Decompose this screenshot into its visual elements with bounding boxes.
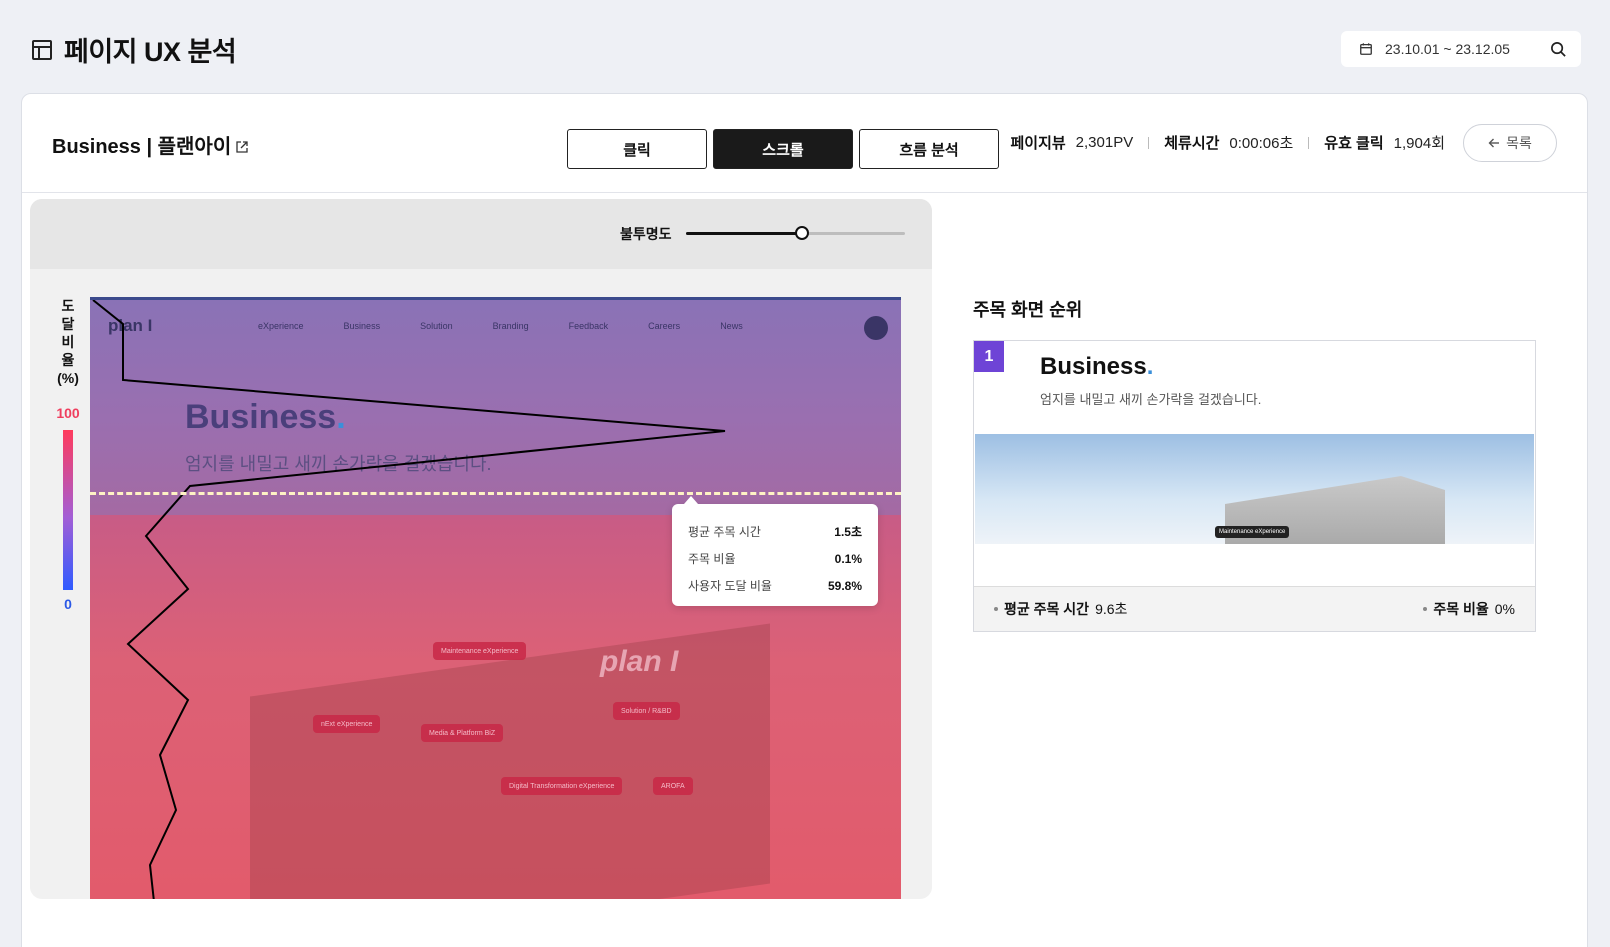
back-button-label: 목록 [1506,135,1532,151]
metric-dwell-time: 체류시간 0:00:06초 [1164,132,1293,153]
axis-title-char: 도 [61,298,75,314]
avg-time-value: 9.6초 [1095,601,1128,617]
tooltip-row: 사용자 도달 비율 59.8% [688,572,862,599]
avg-time-label: 평균 주목 시간 [1004,601,1090,617]
bullet-icon [1423,607,1428,611]
opacity-slider[interactable] [686,226,905,240]
legend-min-label: 0 [64,596,72,612]
page-name[interactable]: Business | 플랜아이 [52,130,249,159]
metric-valid-clicks: 유효 클릭 1,904회 [1324,132,1445,153]
ratio-value: 0% [1494,601,1515,617]
rank-badge: 1 [974,341,1004,372]
top-bar: 페이지 UX 분석 23.10.01 ~ 23.12.05 [0,0,1610,94]
tooltip-label: 평균 주목 시간 [688,525,761,539]
opacity-slider-fill [686,232,803,235]
attention-ranking-card[interactable]: 1 Business. 엄지를 내밀고 새끼 손가락을 걸겠습니다. Maint… [973,340,1536,632]
reach-rate-color-legend [63,430,73,590]
back-to-list-button[interactable]: 목록 [1463,124,1557,162]
page-name-text: Business | 플랜아이 [52,136,232,158]
metric-value: 0:00:06초 [1229,135,1294,152]
metric-value: 1,904회 [1393,135,1445,152]
rank-heading-text: Business [1040,353,1147,380]
thumbnail-tag: Maintenance eXperience [1215,526,1290,538]
rank-heading: Business. [1040,353,1153,381]
calendar-icon [1360,43,1372,55]
metric-label: 체류시간 [1164,135,1220,152]
divider [1148,136,1150,149]
metric-label: 페이지뷰 [1010,135,1066,152]
page-title-text: 페이지 UX 분석 [64,37,237,67]
date-range-picker[interactable]: 23.10.01 ~ 23.12.05 [1341,31,1581,67]
tooltip-label: 사용자 도달 비율 [688,579,772,593]
tooltip-label: 주목 비율 [688,552,736,566]
tooltip-value: 0.1% [834,551,862,566]
opacity-label: 불투명도 [620,226,672,242]
rank-card-footer: 평균 주목 시간 9.6초 주목 비율 0% [974,586,1535,631]
opacity-slider-handle[interactable] [795,226,810,240]
divider [1308,136,1310,149]
tab-flow-analysis[interactable]: 흐름 분석 [859,129,999,169]
tooltip-value: 59.8% [827,578,862,593]
scroll-position-tooltip: 평균 주목 시간 1.5초 주목 비율 0.1% 사용자 도달 비율 59.8% [672,496,878,606]
viewer-toolbar: 불투명도 [30,199,932,269]
axis-title-char: 비 [61,334,75,350]
bullet-icon [994,607,998,611]
rank-screen-thumbnail: Maintenance eXperience [975,434,1534,544]
rank-heading-dot: . [1146,353,1154,380]
ratio-label: 주목 비율 [1433,601,1489,617]
legend-max-label: 100 [56,405,80,421]
search-icon[interactable] [1550,41,1567,58]
avg-attention-time: 평균 주목 시간 9.6초 [994,599,1127,619]
page-metrics: 페이지뷰 2,301PV 체류시간 0:00:06초 유효 클릭 1,904회 [1010,132,1445,153]
layout-icon [32,39,52,60]
analysis-tabs: 클릭 스크롤 흐름 분석 [567,129,999,169]
attention-ranking-title: 주목 화면 순위 [973,300,1083,320]
external-link-icon[interactable] [235,140,249,154]
arrow-left-icon [1488,138,1500,148]
axis-title-char: 달 [61,316,75,332]
reach-rate-axis-title: 도 달 비 율 (%) [52,297,84,387]
axis-title-char: 율 [61,352,75,368]
tooltip-row: 평균 주목 시간 1.5초 [688,518,862,545]
metric-pageview: 페이지뷰 2,301PV [1010,132,1133,153]
reach-position-marker[interactable] [90,492,901,495]
metric-value: 2,301PV [1075,134,1134,151]
tooltip-value: 1.5초 [834,525,862,539]
date-range-text: 23.10.01 ~ 23.12.05 [1385,41,1510,57]
tooltip-row: 주목 비율 0.1% [688,545,862,572]
axis-title-char: (%) [57,370,79,386]
page-title: 페이지 UX 분석 [30,30,237,69]
tab-click[interactable]: 클릭 [567,129,707,169]
attention-ratio: 주목 비율 0% [1423,599,1515,619]
scroll-heatmap-viewer: 불투명도 도 달 비 율 (%) 100 0 plan I plan I eXp… [30,199,932,899]
metric-label: 유효 클릭 [1324,135,1384,152]
tab-scroll[interactable]: 스크롤 [713,129,853,169]
rank-subheading: 엄지를 내밀고 새끼 손가락을 걸겠습니다. [1040,392,1262,407]
